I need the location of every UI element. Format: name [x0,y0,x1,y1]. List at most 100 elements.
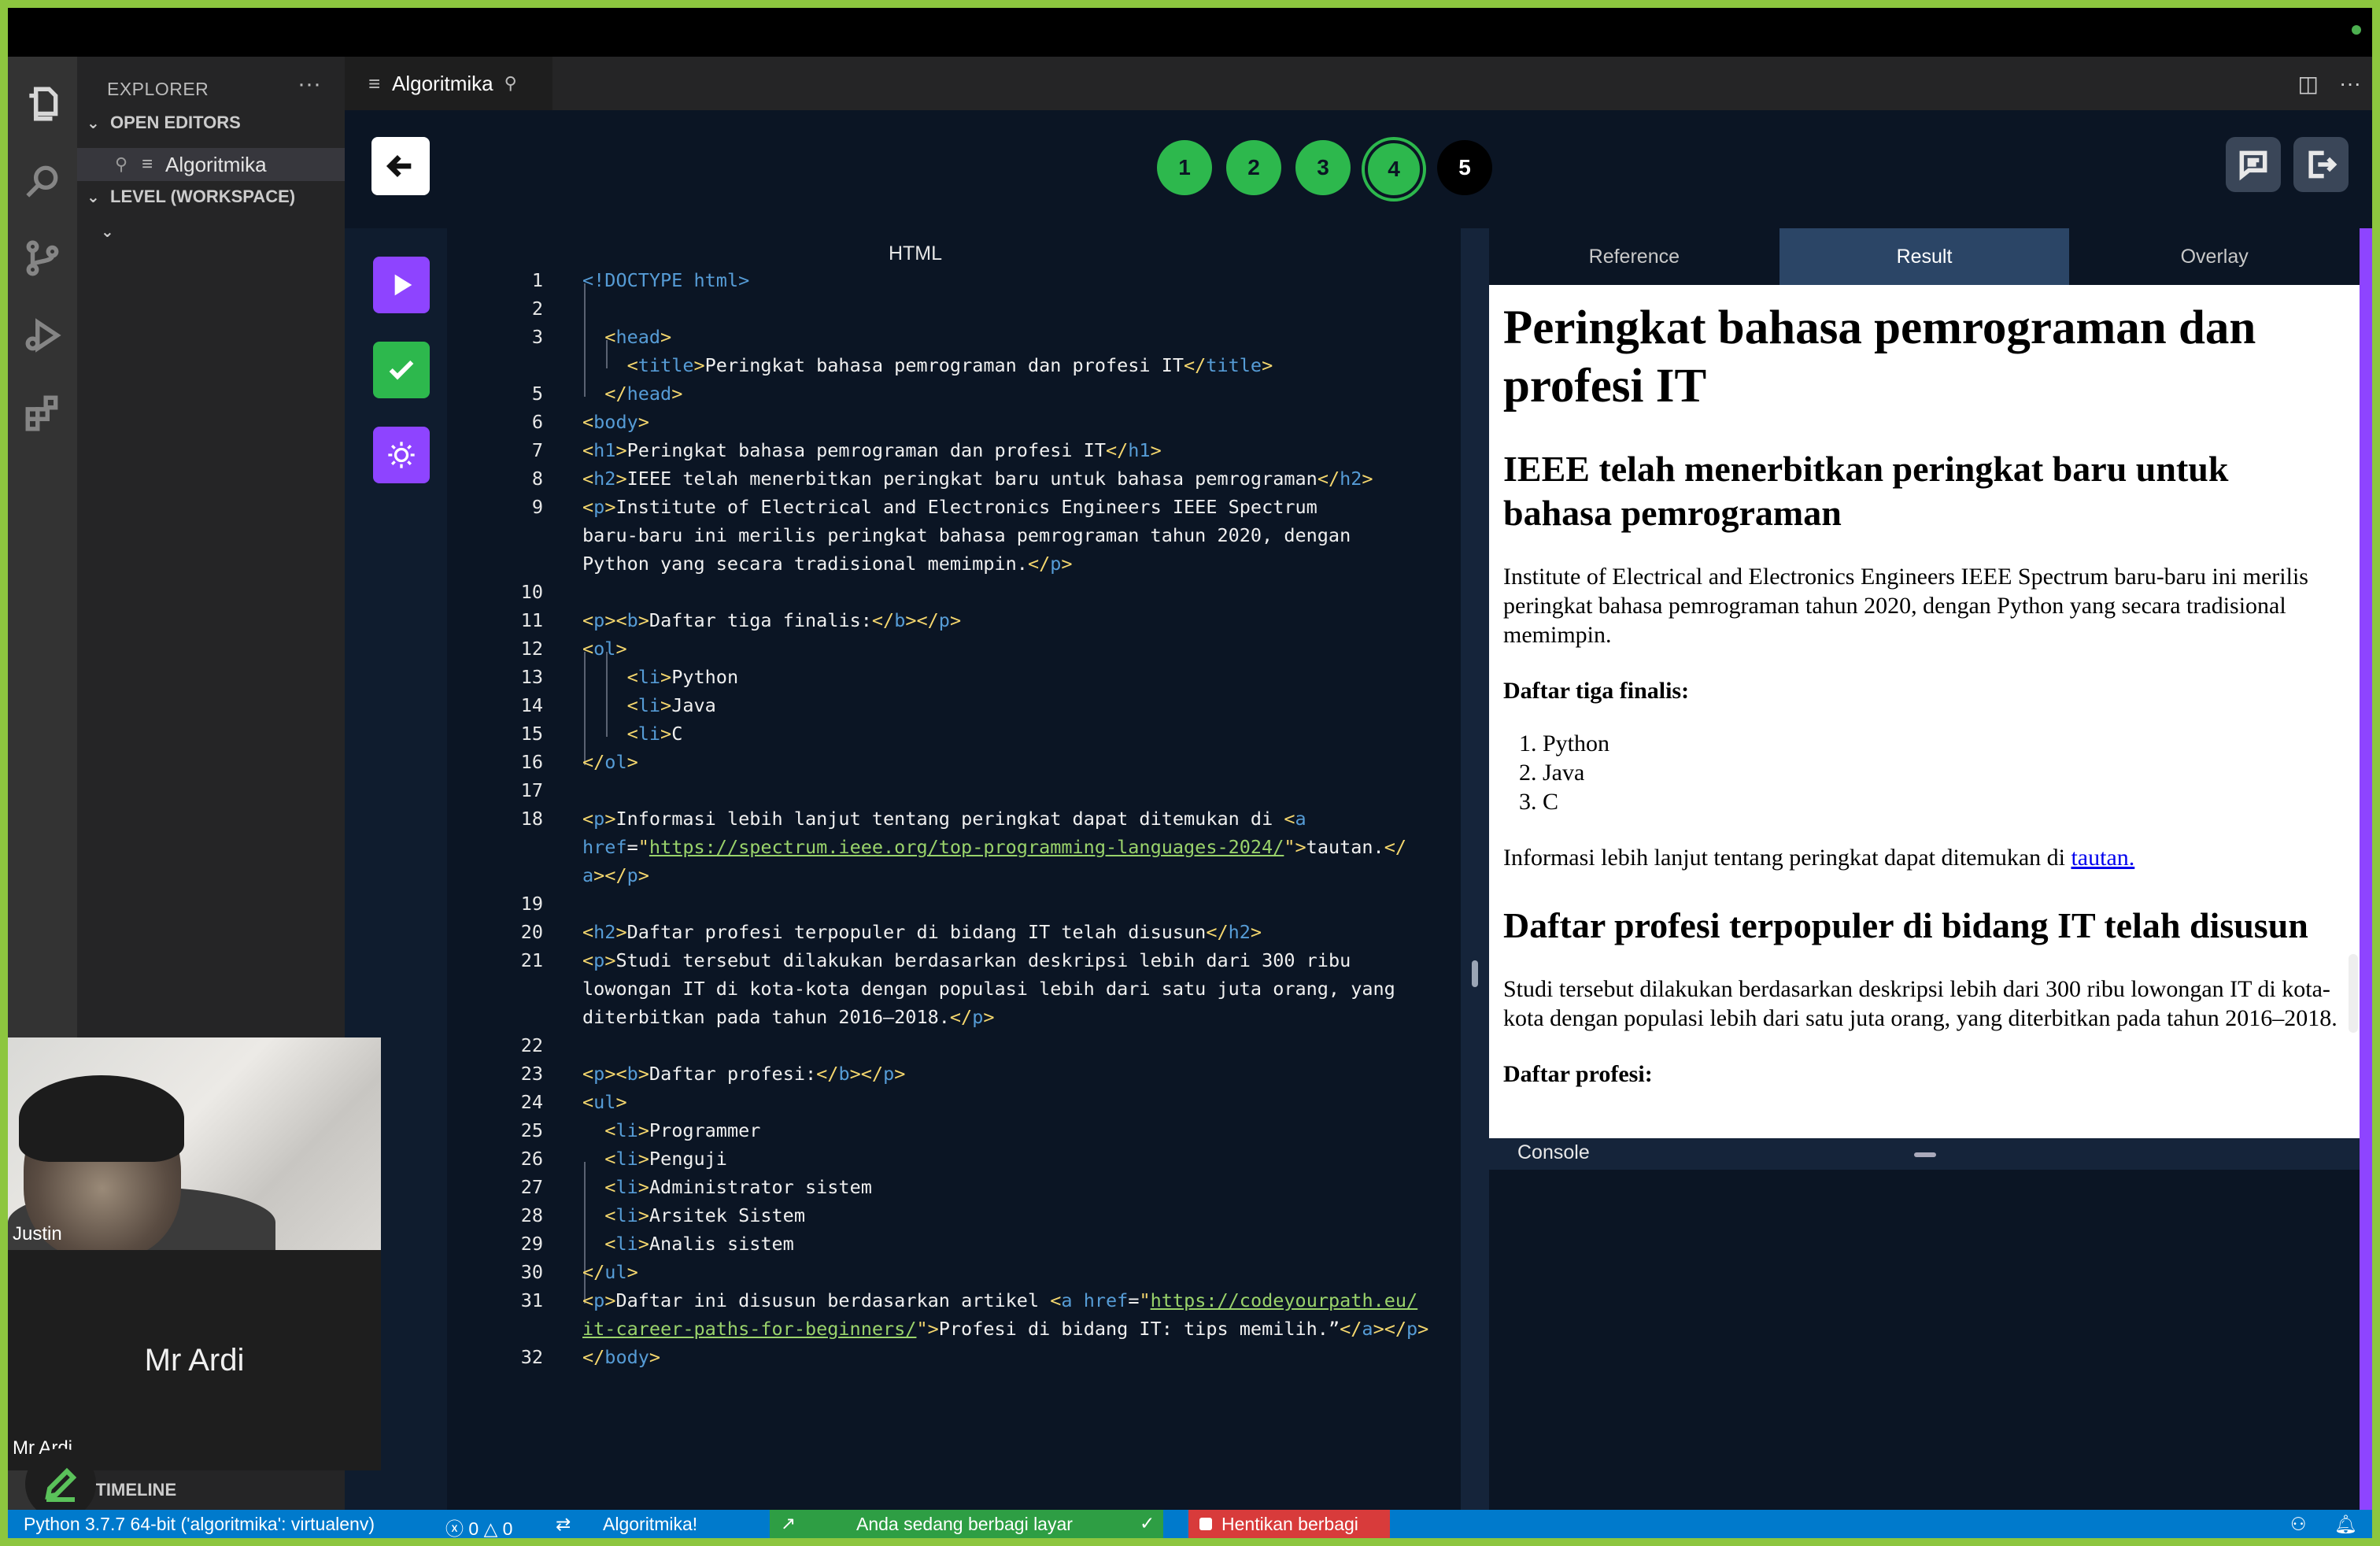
line-number: 14 [520,694,543,716]
extensions-icon[interactable] [19,389,66,436]
python-interpreter[interactable]: Python 3.7.7 64-bit ('algoritmika': virt… [24,1514,375,1535]
step-4-button[interactable]: 4 [1365,140,1423,198]
step-navigation: 1 2 3 4 5 [1157,140,1492,198]
list-item: Java [1543,758,2345,787]
line-number: 24 [520,1091,543,1113]
chat-icon [2239,150,2267,181]
check-button[interactable] [373,342,430,398]
console-header[interactable]: Console [1489,1138,2360,1170]
line-number: 30 [520,1261,543,1283]
professions-label: Daftar profesi: [1503,1061,1653,1087]
line-number: 7 [531,439,543,461]
list-item: Python [1543,729,2345,758]
code-line: <li>Programmer [604,1119,761,1141]
theme-toggle-button[interactable] [373,427,430,483]
code-line: <!DOCTYPE html> [582,269,750,291]
code-editor[interactable]: HTML 1 2 3 5 6 7 8 9 10 11 12 13 14 15 1… [455,228,1456,1510]
annotate-button[interactable] [25,1448,96,1519]
workspace-folder-toggle[interactable]: ⌄ [77,216,345,247]
open-editor-item[interactable]: ⚲ ≡ Algoritmika [77,148,345,181]
problems-indicator[interactable]: ⓧ 0 △ 0 [445,1514,512,1538]
pin-icon[interactable]: ⚲ [115,154,142,175]
code-line: <h1>Peringkat bahasa pemrograman dan pro… [582,439,1162,461]
console-output[interactable] [1489,1170,2360,1510]
explorer-icon[interactable] [19,80,66,128]
side-strip [2360,228,2372,1510]
pencil-icon [45,1467,77,1502]
finalists-list: Python Java C [1503,729,2345,816]
stop-sharing-button[interactable]: Hentikan berbagi [1188,1510,1390,1538]
preview-h1: Peringkat bahasa pemrograman dan profesi… [1503,301,2256,412]
code-line: <p><b>Daftar tiga finalis:</b></p> [582,609,962,631]
video-call-overlay[interactable]: Justin Mr Ardi Mr Ardi [8,1037,381,1470]
live-share-icon[interactable]: ⇄ [556,1514,571,1535]
code-line: <title>Peringkat bahasa pemrograman dan … [626,354,1273,376]
tab-result[interactable]: Result [1779,228,2070,285]
account-icon[interactable]: ⚇ [2290,1514,2307,1535]
pane-splitter[interactable] [1461,228,1489,1510]
code-line: href="https://spectrum.ieee.org/top-prog… [582,836,1407,858]
step-3-button[interactable]: 3 [1295,140,1351,195]
file-lines-icon: ≡ [368,71,381,95]
preview-paragraph: Informasi lebih lanjut tentang peringkat… [1503,843,2345,872]
tautan-link[interactable]: tautan. [2071,845,2134,871]
error-count: 0 [468,1518,479,1538]
line-number: 19 [520,893,543,915]
open-editors-section[interactable]: ⌄ OPEN EDITORS [77,107,345,139]
list-item: C [1543,787,2345,816]
tab-algoritmika[interactable]: ≡ Algoritmika ⚲ [345,57,552,110]
notifications-icon[interactable]: 🔔︎ [2334,1514,2357,1535]
split-editor-icon[interactable]: ◫ [2298,71,2319,97]
console-resize-handle[interactable] [1914,1152,1936,1157]
step-2-button[interactable]: 2 [1226,140,1281,195]
chevron-down-icon: ⌄ [101,223,114,241]
more-actions-icon[interactable]: ··· [2339,71,2361,97]
run-debug-icon[interactable] [19,312,66,359]
chat-button[interactable] [2226,137,2281,192]
step-5-button[interactable]: 5 [1437,140,1492,195]
back-button[interactable] [371,137,430,195]
pin-icon[interactable]: ⚲ [504,73,517,94]
algoritmika-app: 1 2 3 4 5 HTML 1 2 3 5 6 7 8 9 10 11 12 … [345,110,2372,1510]
exit-icon [2308,150,2338,179]
line-number: 21 [520,949,543,971]
code-line: <ul> [582,1091,627,1113]
code-line: <li>Arsitek Sistem [604,1204,805,1226]
splitter-grip[interactable] [1472,960,1478,987]
code-line: </ul> [582,1261,638,1283]
status-bar: Python 3.7.7 64-bit ('algoritmika': virt… [8,1510,2372,1538]
tab-overlay[interactable]: Overlay [2069,228,2360,285]
code-line: <ol> [582,638,627,660]
code-line: it-career-paths-for-beginners/">Profesi … [582,1318,1429,1340]
line-number: 26 [520,1148,543,1170]
shield-icon: ✓ [1140,1513,1155,1533]
console-label: Console [1517,1141,1590,1163]
exit-button[interactable] [2293,137,2349,192]
screen-sharing-banner: ↗ Anda sedang berbagi layar ✓ [770,1510,1163,1538]
tab-reference[interactable]: Reference [1489,228,1779,285]
line-number: 18 [520,808,543,830]
preview-h2: Daftar profesi terpopuler di bidang IT t… [1503,905,2308,945]
preview-paragraph: Daftar profesi: [1503,1060,2345,1089]
preview-pane: Reference Result Overlay Peringkat bahas… [1489,228,2360,1510]
app-status[interactable]: Algoritmika! [603,1514,697,1535]
tab-label: Algoritmika [392,71,493,95]
editor-tab-bar: ≡ Algoritmika ⚲ ◫ ··· [345,57,2372,110]
code-line: <p>Daftar ini disusun berdasarkan artike… [582,1289,1418,1311]
line-number: 12 [520,638,543,660]
participant-name-label: Justin [13,1223,62,1245]
step-1-button[interactable]: 1 [1157,140,1212,195]
timeline-section[interactable]: › TIMELINE [85,1480,176,1500]
line-number: 11 [520,609,543,631]
recording-indicator [2352,25,2361,35]
more-actions-icon[interactable]: ··· [298,71,321,98]
preview-paragraph: Institute of Electrical and Electronics … [1503,564,2308,648]
line-number: 17 [520,779,543,801]
search-icon[interactable] [19,157,66,205]
code-line: <body> [582,411,649,433]
workspace-section[interactable]: ⌄ LEVEL (WORKSPACE) [77,181,345,213]
result-preview[interactable]: Peringkat bahasa pemrograman dan profesi… [1489,285,2360,1138]
preview-scrollbar[interactable] [2349,954,2358,1033]
source-control-icon[interactable] [19,235,66,282]
run-button[interactable] [373,257,430,313]
